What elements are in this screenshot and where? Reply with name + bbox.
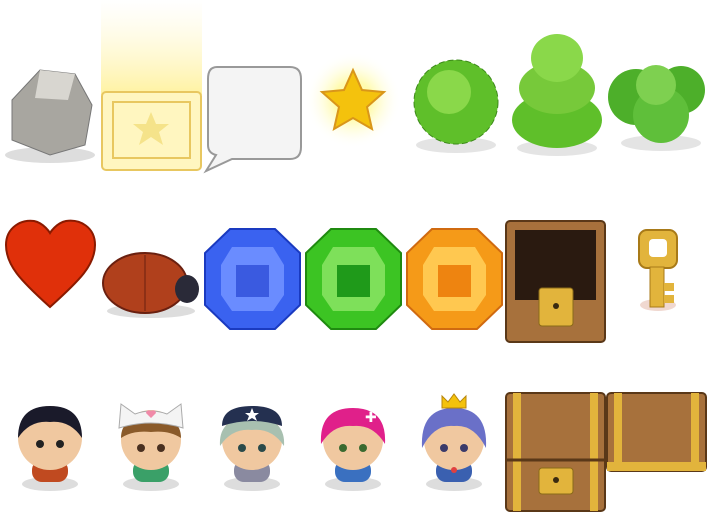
- character-boy-icon: [18, 406, 82, 491]
- character-pink-girl-sprite: ✚: [303, 398, 404, 493]
- tree-short-sprite: [404, 50, 505, 160]
- enemy-bug-sprite: [101, 245, 202, 320]
- character-princess-girl-sprite: [404, 392, 505, 492]
- rock-icon: [5, 69, 95, 163]
- enemy-bug-icon: [102, 252, 199, 318]
- rock-sprite: [0, 60, 101, 170]
- character-horn-girl-sprite: [202, 398, 303, 493]
- character-boy-sprite: [0, 398, 101, 493]
- gem-green-sprite: [303, 225, 404, 335]
- chest-closed-icon: [505, 392, 606, 512]
- heart-icon: [4, 219, 97, 309]
- character-cat-girl-icon: [118, 403, 184, 491]
- key-icon: [638, 229, 678, 311]
- tree-short-icon: [413, 59, 499, 153]
- selector-icon: [101, 0, 202, 171]
- character-princess-girl-icon: [421, 393, 487, 491]
- chest-lid-icon: [606, 392, 707, 472]
- gem-orange-icon: [406, 228, 503, 330]
- gem-orange-sprite: [404, 225, 505, 335]
- chest-lid-sprite: [606, 392, 707, 474]
- tree-ugly-icon: [608, 65, 705, 151]
- star-icon: [305, 52, 401, 148]
- character-pink-girl-icon: ✚: [320, 408, 386, 491]
- speech-bubble-icon: [203, 66, 302, 174]
- chest-closed-sprite: [505, 392, 606, 513]
- character-horn-girl-icon: [219, 406, 285, 491]
- tree-tall-icon: [512, 34, 602, 156]
- key-sprite: [606, 225, 707, 315]
- star-sprite: [303, 50, 404, 150]
- chest-open-sprite: [505, 220, 606, 345]
- speech-bubble-sprite: [202, 65, 303, 175]
- svg-text:✚: ✚: [365, 410, 377, 426]
- gem-blue-icon: [204, 228, 301, 330]
- gem-blue-sprite: [202, 225, 303, 335]
- heart-sprite: [0, 215, 101, 310]
- tree-tall-sprite: [505, 30, 606, 160]
- chest-open-icon: [505, 220, 606, 343]
- gem-green-icon: [305, 228, 402, 330]
- tree-ugly-sprite: [606, 55, 707, 160]
- selector-sprite: [101, 0, 202, 172]
- character-cat-girl-sprite: [101, 398, 202, 493]
